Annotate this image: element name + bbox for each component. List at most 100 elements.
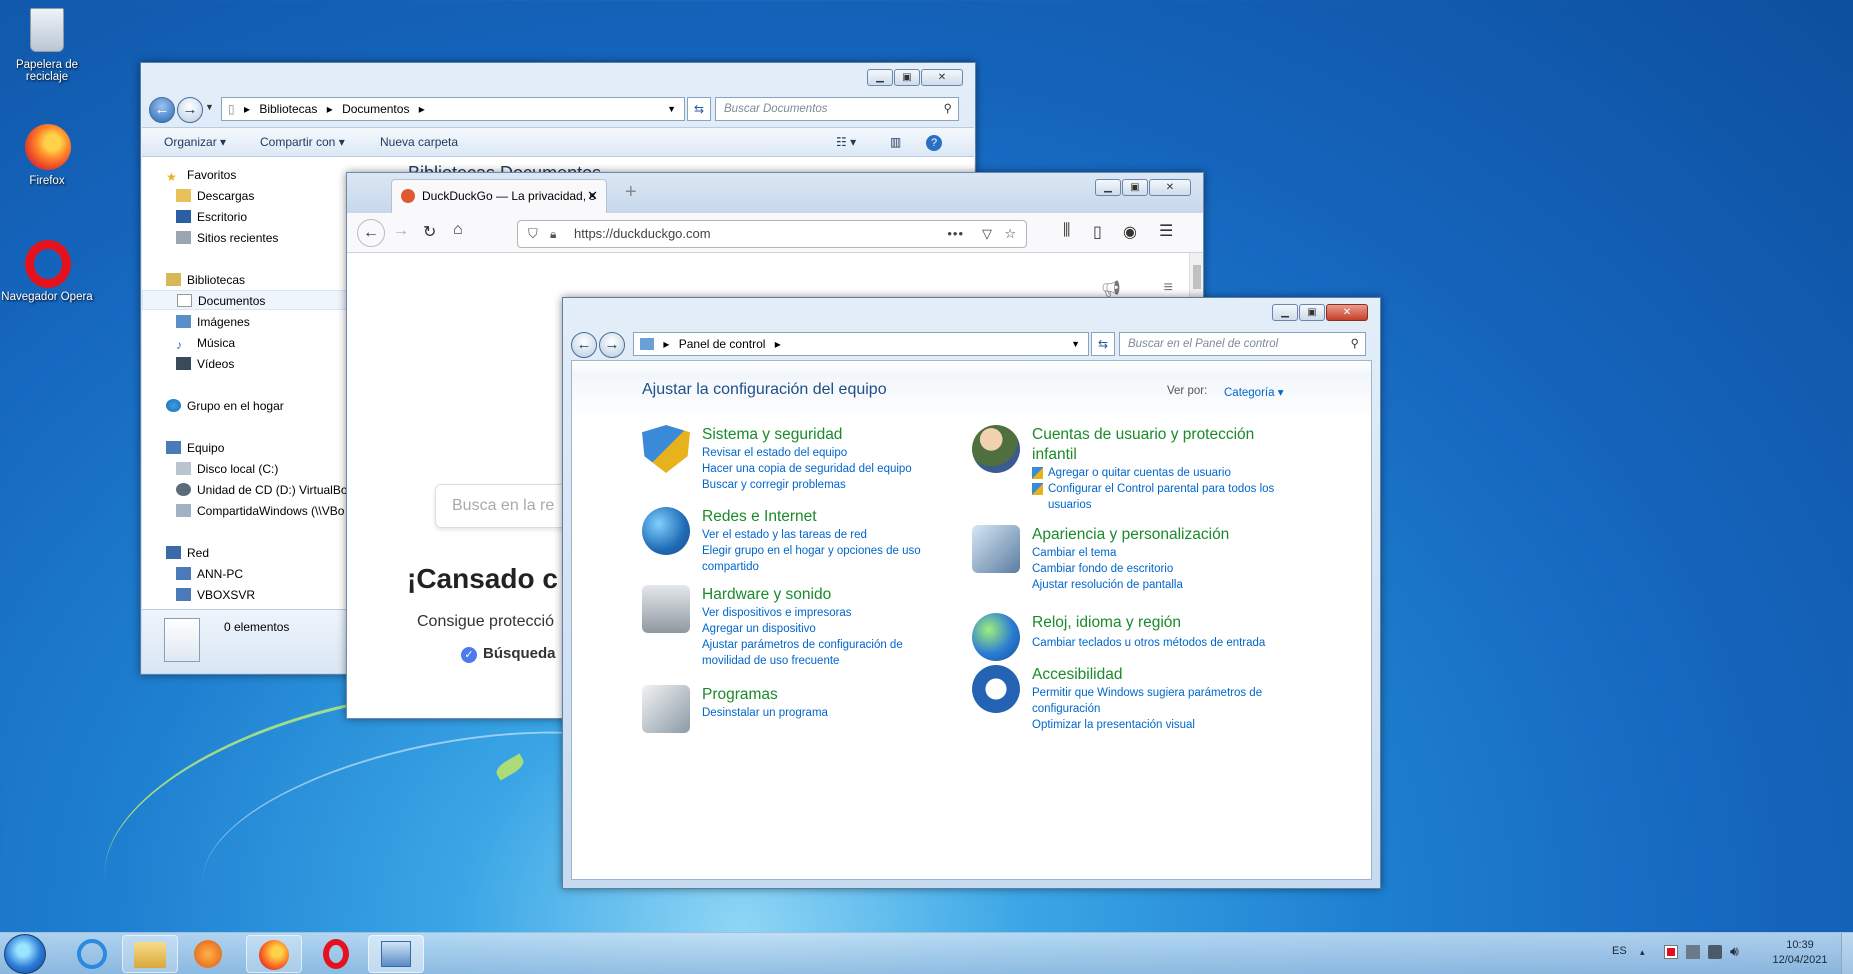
category-link[interactable]: Agregar un dispositivo	[702, 621, 952, 637]
maximize-button[interactable]: ▣	[1299, 304, 1325, 321]
desktop-icon-recycle-bin[interactable]: Papelera de reciclaje	[0, 8, 94, 83]
minimize-button[interactable]: ▁	[1272, 304, 1298, 321]
search-input[interactable]: Buscar Documentos ⚲	[715, 97, 959, 121]
help-icon[interactable]: ?	[926, 135, 942, 151]
back-button[interactable]: ←	[571, 332, 597, 358]
category-link[interactable]: Revisar el estado del equipo	[702, 445, 912, 461]
nav-ann-pc[interactable]: ANN-PC	[176, 564, 243, 584]
breadcrumb-control-panel[interactable]: Panel de control	[679, 337, 766, 351]
category-title[interactable]: Sistema y seguridad	[702, 425, 912, 445]
nav-vboxsvr[interactable]: VBOXSVR	[176, 585, 255, 605]
nav-documents[interactable]: Documentos	[142, 290, 352, 310]
desktop-icon-opera[interactable]: Navegador Opera	[0, 240, 94, 303]
category-link[interactable]: Desinstalar un programa	[702, 705, 828, 721]
back-button[interactable]: ←	[357, 219, 385, 247]
category-link[interactable]: Permitir que Windows sugiera parámetros …	[1032, 685, 1292, 717]
home-button[interactable]: ⌂	[453, 221, 463, 239]
new-folder-button[interactable]: Nueva carpeta	[380, 135, 458, 149]
breadcrumb-bibliotecas[interactable]: Bibliotecas	[259, 102, 317, 116]
category-link[interactable]: Agregar o quitar cuentas de usuario	[1032, 465, 1292, 481]
taskbar-firefox[interactable]	[246, 935, 302, 973]
search-icon[interactable]: ⚲	[944, 98, 952, 120]
category-link[interactable]: Ajustar parámetros de configuración de m…	[702, 637, 952, 669]
chevron-down-icon[interactable]: ▼	[1071, 333, 1080, 355]
forward-button[interactable]: →	[393, 222, 409, 240]
forward-button[interactable]: →	[177, 97, 203, 123]
shield-icon[interactable]: ⛉	[528, 221, 538, 247]
page-actions-icon[interactable]: •••	[947, 221, 964, 247]
search-icon[interactable]: ⚲	[1351, 333, 1359, 355]
category-link[interactable]: Cambiar el tema	[1032, 545, 1229, 561]
organize-menu[interactable]: Organizar ▾	[164, 135, 226, 149]
refresh-button[interactable]: ⇆	[1091, 332, 1115, 356]
category-link[interactable]: Ver dispositivos e impresoras	[702, 605, 952, 621]
nav-network-share[interactable]: CompartidaWindows (\\VBo	[176, 501, 344, 521]
nav-homegroup[interactable]: Grupo en el hogar	[166, 396, 284, 416]
taskbar-control-panel[interactable]	[368, 935, 424, 973]
category-link[interactable]: Buscar y corregir problemas	[702, 477, 912, 493]
bookmark-star-icon[interactable]: ☆	[1004, 221, 1016, 247]
category-title[interactable]: Reloj, idioma y región	[1032, 613, 1265, 633]
nav-cd-drive[interactable]: Unidad de CD (D:) VirtualBox	[176, 480, 354, 500]
clock[interactable]: 10:39 12/04/2021	[1772, 938, 1828, 968]
network-tray-icon[interactable]	[1708, 945, 1722, 959]
reload-button[interactable]: ↻	[423, 222, 436, 242]
category-link[interactable]: Cambiar fondo de escritorio	[1032, 561, 1229, 577]
hamburger-icon[interactable]: ≡	[1164, 279, 1173, 297]
maximize-button[interactable]: ▣	[1122, 179, 1148, 196]
close-button[interactable]: ✕	[1326, 304, 1368, 321]
category-link[interactable]: Elegir grupo en el hogar y opciones de u…	[702, 543, 952, 575]
language-indicator[interactable]: ES	[1612, 945, 1627, 957]
taskbar-explorer[interactable]	[122, 935, 178, 973]
category-link[interactable]: Ver el estado y las tareas de red	[702, 527, 952, 543]
nav-videos[interactable]: Vídeos	[176, 354, 234, 374]
nav-libraries[interactable]: Bibliotecas	[166, 270, 245, 290]
new-tab-button[interactable]: +	[625, 181, 637, 204]
megaphone-icon[interactable]: 📢︎	[1101, 279, 1121, 299]
nav-downloads[interactable]: Descargas	[176, 186, 254, 206]
scrollbar-thumb[interactable]	[1193, 265, 1201, 289]
category-title[interactable]: Programas	[702, 685, 828, 705]
show-hidden-icons[interactable]: ▴	[1640, 947, 1645, 958]
search-input[interactable]: Buscar en el Panel de control ⚲	[1119, 332, 1366, 356]
minimize-button[interactable]: ▁	[867, 69, 893, 86]
minimize-button[interactable]: ▁	[1095, 179, 1121, 196]
views-icon[interactable]: ☷ ▾	[836, 135, 856, 149]
maximize-button[interactable]: ▣	[894, 69, 920, 86]
account-icon[interactable]: ◉	[1123, 222, 1137, 242]
share-menu[interactable]: Compartir con ▾	[260, 135, 345, 149]
close-tab-icon[interactable]: ✕	[587, 180, 598, 212]
category-title[interactable]: Cuentas de usuario y protección infantil	[1032, 425, 1292, 465]
preview-pane-icon[interactable]: ▥	[890, 135, 901, 149]
sidebar-icon[interactable]: ▯	[1093, 222, 1102, 242]
nav-recent-places[interactable]: Sitios recientes	[176, 228, 278, 248]
view-by-dropdown[interactable]: Categoría ▾	[1224, 385, 1283, 399]
recent-pages-icon[interactable]: ▼	[205, 102, 214, 112]
forward-button[interactable]: →	[599, 332, 625, 358]
pocket-icon[interactable]: ▽	[982, 221, 992, 247]
action-center-icon[interactable]	[1664, 945, 1678, 959]
taskbar-opera[interactable]	[308, 935, 364, 973]
tab-duckduckgo[interactable]: DuckDuckGo — La privacidad, s ✕	[391, 179, 607, 213]
nav-local-disk[interactable]: Disco local (C:)	[176, 459, 278, 479]
library-icon[interactable]: ⫼	[1063, 222, 1070, 240]
category-title[interactable]: Redes e Internet	[702, 507, 952, 527]
close-button[interactable]: ✕	[921, 69, 963, 86]
refresh-button[interactable]: ⇆	[687, 97, 711, 121]
desktop-icon-firefox[interactable]: Firefox	[0, 124, 94, 187]
taskbar-media-player[interactable]	[180, 935, 236, 973]
close-button[interactable]: ✕	[1149, 179, 1191, 196]
nav-desktop[interactable]: Escritorio	[176, 207, 247, 227]
nav-network[interactable]: Red	[166, 543, 209, 563]
menu-icon[interactable]: ☰	[1159, 221, 1173, 241]
category-title[interactable]: Accesibilidad	[1032, 665, 1292, 685]
control-panel-window[interactable]: ▁ ▣ ✕ ← → ▸ Panel de control ▸ ▼ ⇆ Busca…	[562, 297, 1381, 889]
category-link[interactable]: Cambiar teclados u otros métodos de entr…	[1032, 635, 1265, 651]
category-title[interactable]: Hardware y sonido	[702, 585, 952, 605]
category-title[interactable]: Apariencia y personalización	[1032, 525, 1229, 545]
volume-icon[interactable]: 🔊︎	[1730, 943, 1739, 960]
nav-computer[interactable]: Equipo	[166, 438, 224, 458]
url-bar[interactable]: ⛉ 🔒︎ https://duckduckgo.com ••• ▽ ☆	[517, 220, 1027, 248]
nav-favorites[interactable]: ★ Favoritos	[166, 165, 236, 185]
category-link[interactable]: Configurar el Control parental para todo…	[1032, 481, 1292, 513]
